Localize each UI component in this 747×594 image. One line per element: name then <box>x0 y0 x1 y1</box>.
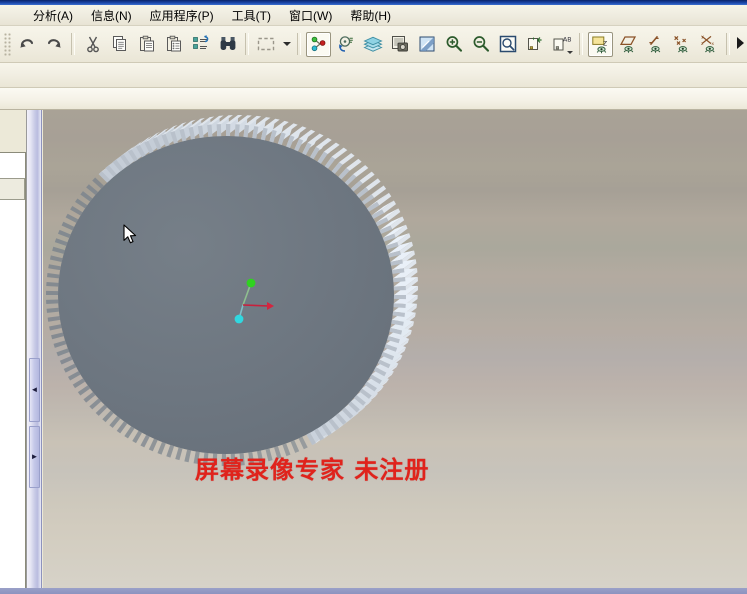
toolbar-separator <box>71 33 75 55</box>
menu-bar: 分析(A) 信息(N) 应用程序(P) 工具(T) 窗口(W) 帮助(H) <box>0 5 747 26</box>
toolbar-separator <box>297 33 301 55</box>
svg-text:x: x <box>711 42 714 47</box>
svg-text:y: y <box>701 35 704 40</box>
gear-svg <box>46 115 418 466</box>
model-render-icon[interactable] <box>387 32 412 57</box>
toolbar-dock-tertiary <box>0 88 747 110</box>
paste-icon[interactable] <box>134 32 159 57</box>
navigator-tab-box[interactable] <box>0 178 25 200</box>
layers-icon[interactable] <box>360 32 385 57</box>
saved-view-icon[interactable] <box>522 32 547 57</box>
graphics-window[interactable]: 屏幕录像专家 未注册 野火论坛 www.proewildfire.cn <box>43 110 747 585</box>
toolbar-separator <box>726 33 730 55</box>
svg-text:AB: AB <box>563 37 571 44</box>
navigator-panel[interactable] <box>0 110 27 594</box>
splitter-expand-handle[interactable]: ► <box>29 426 40 488</box>
menu-applications[interactable]: 应用程序(P) <box>143 5 221 26</box>
chevron-down-icon[interactable] <box>567 50 573 54</box>
menu-tools[interactable]: 工具(T) <box>225 5 278 26</box>
main-toolbar: AB Z y z x <box>0 26 747 63</box>
refit-icon[interactable] <box>495 32 520 57</box>
zoom-out-icon[interactable] <box>468 32 493 57</box>
cut-icon[interactable] <box>80 32 105 57</box>
copy-icon[interactable] <box>107 32 132 57</box>
toolbar-separator <box>579 33 583 55</box>
toolbar-separator <box>245 33 249 55</box>
datum-curve-icon[interactable] <box>642 32 667 57</box>
main-area: ◄ ► 屏幕录像专家 未注册 <box>0 110 747 594</box>
zoom-in-icon[interactable] <box>441 32 466 57</box>
selection-box-icon[interactable] <box>254 32 279 57</box>
toolbar-overflow-icon[interactable] <box>735 30 745 56</box>
menu-info[interactable]: 信息(N) <box>84 5 139 26</box>
annotation-icon[interactable]: AB <box>549 32 574 57</box>
appearance-icon[interactable] <box>414 32 439 57</box>
menu-help[interactable]: 帮助(H) <box>343 5 398 26</box>
coord-system-icon[interactable]: y z x <box>696 32 721 57</box>
window-bottom-border <box>0 588 747 594</box>
toolbar-dock-secondary <box>0 63 747 88</box>
datum-points-icon[interactable] <box>306 31 331 57</box>
toolbar-grip[interactable] <box>3 32 11 56</box>
menu-window[interactable]: 窗口(W) <box>282 5 339 26</box>
paste-special-icon[interactable] <box>161 32 186 57</box>
svg-text:Z: Z <box>603 41 607 48</box>
gear-face <box>58 136 394 454</box>
chevron-down-icon[interactable] <box>280 32 293 57</box>
redo-icon[interactable] <box>41 32 66 57</box>
find-icon[interactable] <box>215 32 240 57</box>
undo-icon[interactable] <box>14 32 39 57</box>
reorient-icon[interactable] <box>333 32 358 57</box>
splitter-collapse-handle[interactable]: ◄ <box>29 358 40 422</box>
datum-point-display-icon[interactable] <box>669 32 694 57</box>
menu-analysis[interactable]: 分析(A) <box>26 5 80 26</box>
datum-plane-icon[interactable]: Z <box>588 31 613 57</box>
application-window: 分析(A) 信息(N) 应用程序(P) 工具(T) 窗口(W) 帮助(H) AB… <box>0 0 747 594</box>
replace-icon[interactable] <box>188 32 213 57</box>
gear-model[interactable] <box>43 110 747 585</box>
model-tree-area[interactable] <box>0 152 26 594</box>
datum-axis-icon[interactable] <box>615 32 640 57</box>
panel-splitter[interactable]: ◄ ► <box>27 110 42 594</box>
